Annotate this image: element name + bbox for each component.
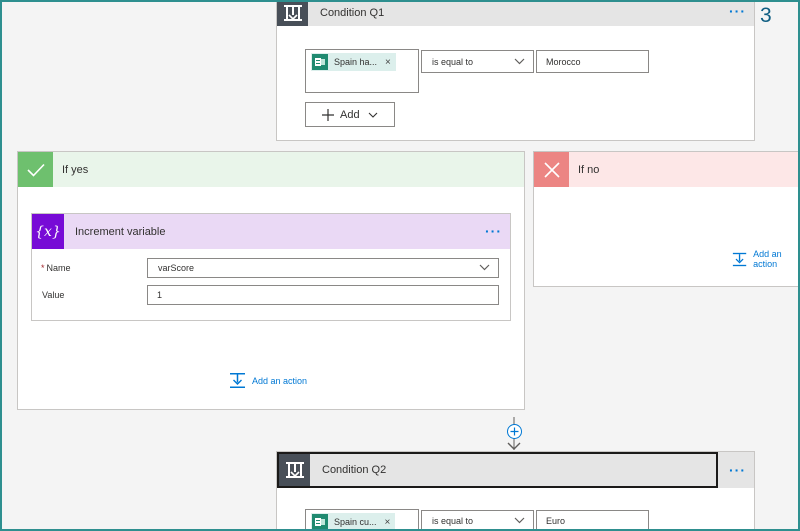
add-an-action-button[interactable]: Add an action (732, 249, 800, 269)
condition-icon (279, 454, 310, 486)
operator-select[interactable]: is equal to (421, 50, 534, 73)
add-an-action-label: Add an action (753, 249, 782, 269)
operator-value: is equal to (432, 56, 474, 67)
condition-icon (277, 0, 308, 26)
value-field-label: Value (42, 290, 65, 300)
required-marker: * (41, 263, 45, 273)
insert-step-icon[interactable] (507, 424, 522, 439)
more-options-icon[interactable]: ··· (729, 462, 746, 478)
condition-q1-header[interactable]: Condition Q1 (277, 0, 754, 26)
token-label: Spain ha... (334, 57, 378, 67)
condition-q2-left-operand[interactable]: Spain cu... × (305, 509, 419, 531)
condition-q1-title: Condition Q1 (320, 6, 385, 19)
condition-q2-value-input[interactable]: Euro (536, 510, 649, 531)
condition-q2-header[interactable]: Condition Q2 (277, 452, 718, 488)
if-no-header[interactable]: If no (534, 152, 800, 187)
increment-value: 1 (157, 290, 163, 300)
add-an-action-label: Add an action (252, 375, 308, 386)
increment-variable-header[interactable]: {x} Increment variable (32, 214, 510, 249)
if-yes-branch: If yes {x} Increment variable ··· * Name … (17, 151, 525, 410)
close-icon (534, 152, 569, 187)
name-field-label: * Name (41, 263, 71, 273)
chevron-down-icon (514, 58, 525, 64)
more-options-icon[interactable]: ··· (485, 223, 502, 239)
forms-icon (312, 514, 328, 530)
more-options-icon[interactable]: ··· (729, 3, 746, 19)
condition-q1-value-input[interactable]: Morocco (536, 50, 649, 73)
condition-q1-card: Condition Q1 ··· Spain ha... × is equal … (276, 0, 755, 141)
condition-q1-left-operand[interactable]: Spain ha... × (305, 49, 419, 93)
add-action-icon (732, 252, 747, 266)
increment-value-input[interactable]: 1 (147, 285, 499, 305)
condition-q2-value: Euro (546, 516, 566, 526)
add-button[interactable]: Add (305, 102, 395, 127)
add-an-action-button[interactable]: Add an action (229, 372, 307, 389)
add-button-label: Add (340, 108, 360, 121)
forms-icon (312, 54, 328, 70)
chevron-down-icon (479, 264, 490, 271)
step-number: 3 (760, 4, 772, 27)
operator-value: is equal to (432, 516, 474, 526)
token-label: Spain cu... (334, 517, 377, 527)
if-no-title: If no (578, 163, 600, 176)
dynamic-content-token[interactable]: Spain cu... × (311, 513, 396, 531)
variable-icon: {x} (32, 214, 64, 249)
remove-token-icon[interactable]: × (385, 57, 391, 68)
if-yes-title: If yes (62, 163, 89, 176)
variable-name-select[interactable]: varScore (147, 258, 499, 278)
add-action-icon (230, 373, 245, 388)
if-no-branch: If no Add an action (533, 151, 800, 287)
variable-name-value: varScore (158, 263, 195, 273)
remove-token-icon[interactable]: × (385, 517, 391, 528)
chevron-down-icon (368, 112, 377, 118)
condition-q1-value: Morocco (546, 56, 581, 67)
increment-variable-card: {x} Increment variable ··· * Name varScor… (31, 213, 511, 321)
dynamic-content-token[interactable]: Spain ha... × (311, 53, 396, 71)
condition-q2-title: Condition Q2 (322, 464, 387, 476)
if-yes-header[interactable]: If yes (18, 152, 524, 187)
increment-variable-title: Increment variable (75, 225, 166, 238)
condition-q2-card: Condition Q2 ··· Spain cu... × is equal … (276, 451, 755, 531)
plus-icon (322, 108, 334, 121)
checkmark-icon (18, 152, 53, 187)
operator-select[interactable]: is equal to (421, 510, 534, 531)
chevron-down-icon (514, 517, 525, 524)
